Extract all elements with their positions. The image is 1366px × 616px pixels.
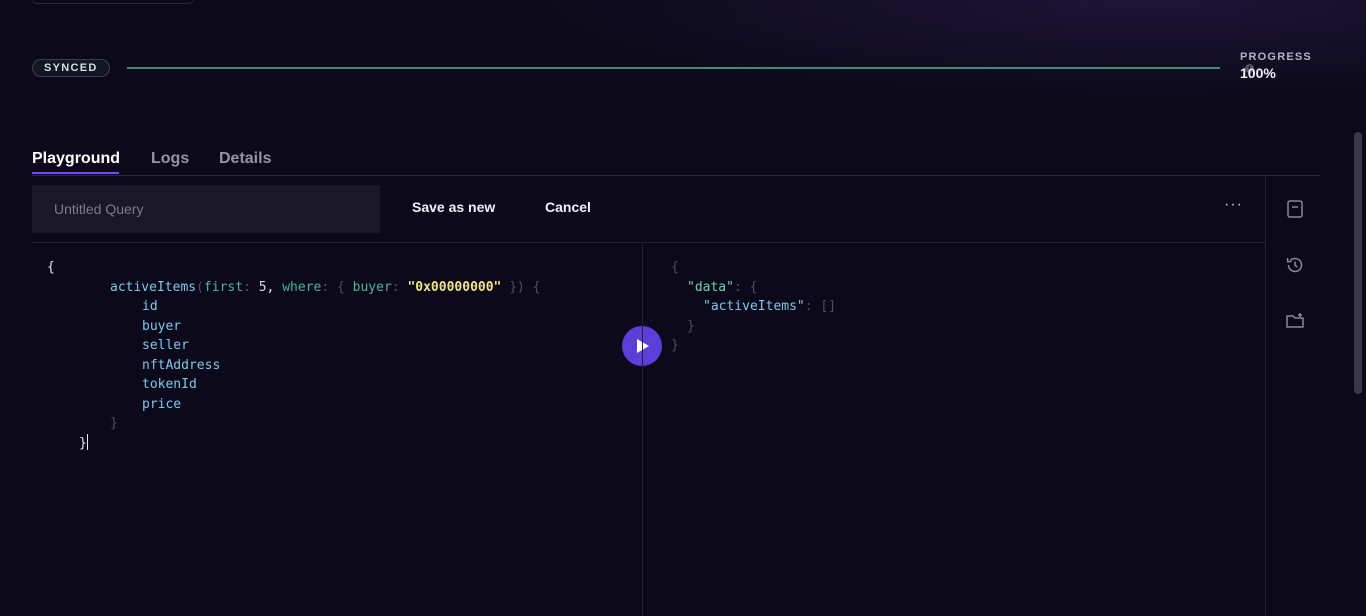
query-code: { activeItems(first: 5, where: { buyer: … [47, 260, 541, 451]
result-close-brace: } [671, 338, 679, 353]
arg-buyer-value: "0x00000000" [407, 280, 502, 295]
result-inner-close: } [687, 319, 695, 334]
query-name-input[interactable] [32, 185, 380, 233]
history-icon[interactable] [1285, 255, 1305, 275]
query-editor[interactable]: { activeItems(first: 5, where: { buyer: … [32, 242, 662, 616]
arg-first-value: 5 [258, 280, 267, 295]
tab-logs[interactable]: Logs [151, 150, 189, 168]
result-open-brace: { [671, 260, 679, 275]
bookmark-icon[interactable] [1285, 199, 1305, 219]
active-tab-indicator [32, 172, 119, 174]
arg-where-key: where [282, 280, 322, 295]
progress-value: 100% [1240, 65, 1276, 81]
query-close-brace: } [79, 436, 87, 451]
result-items-key: "activeItems" [703, 299, 805, 314]
query-inner-close: } [110, 416, 118, 431]
query-field: id [142, 299, 158, 314]
page-scrollbar[interactable] [1354, 132, 1362, 394]
arg-buyer-key: buyer [352, 280, 392, 295]
result-items-value: [] [820, 299, 837, 314]
query-toolbar: Save as new Cancel ··· [32, 175, 1265, 243]
query-field: seller [142, 338, 189, 353]
query-field: nftAddress [142, 358, 221, 373]
tab-bar: Playground Logs Details [32, 145, 1320, 176]
query-entity: activeItems [110, 280, 197, 295]
right-rail [1265, 175, 1326, 616]
top-panel-edge [32, 0, 194, 4]
save-as-new-button[interactable]: Save as new [412, 199, 495, 215]
progress-bar-fill [127, 67, 1220, 69]
query-field: tokenId [142, 377, 197, 392]
text-cursor [86, 434, 88, 450]
result-data-key: "data" [687, 280, 734, 295]
more-options-icon[interactable]: ··· [1224, 196, 1243, 214]
result-viewer: { "data": { "activeItems": [] } } [642, 242, 1266, 616]
playground-workspace: Save as new Cancel ··· { activeItems(fir… [32, 175, 1265, 616]
query-open-brace: { [47, 260, 55, 275]
tab-playground[interactable]: Playground [32, 150, 120, 168]
query-field: price [142, 397, 182, 412]
synced-badge: SYNCED [32, 59, 110, 77]
folder-add-icon[interactable] [1285, 311, 1305, 331]
arg-first-key: first [203, 280, 244, 295]
progress-label: PROGRESS [1240, 51, 1312, 63]
result-code: { "data": { "activeItems": [] } } [671, 260, 837, 353]
sync-status-row: SYNCED PROGRESSi 100% [32, 50, 1320, 86]
tab-details[interactable]: Details [219, 150, 271, 168]
progress-bar [127, 67, 1220, 69]
cancel-button[interactable]: Cancel [545, 199, 591, 215]
query-field: buyer [142, 319, 182, 334]
